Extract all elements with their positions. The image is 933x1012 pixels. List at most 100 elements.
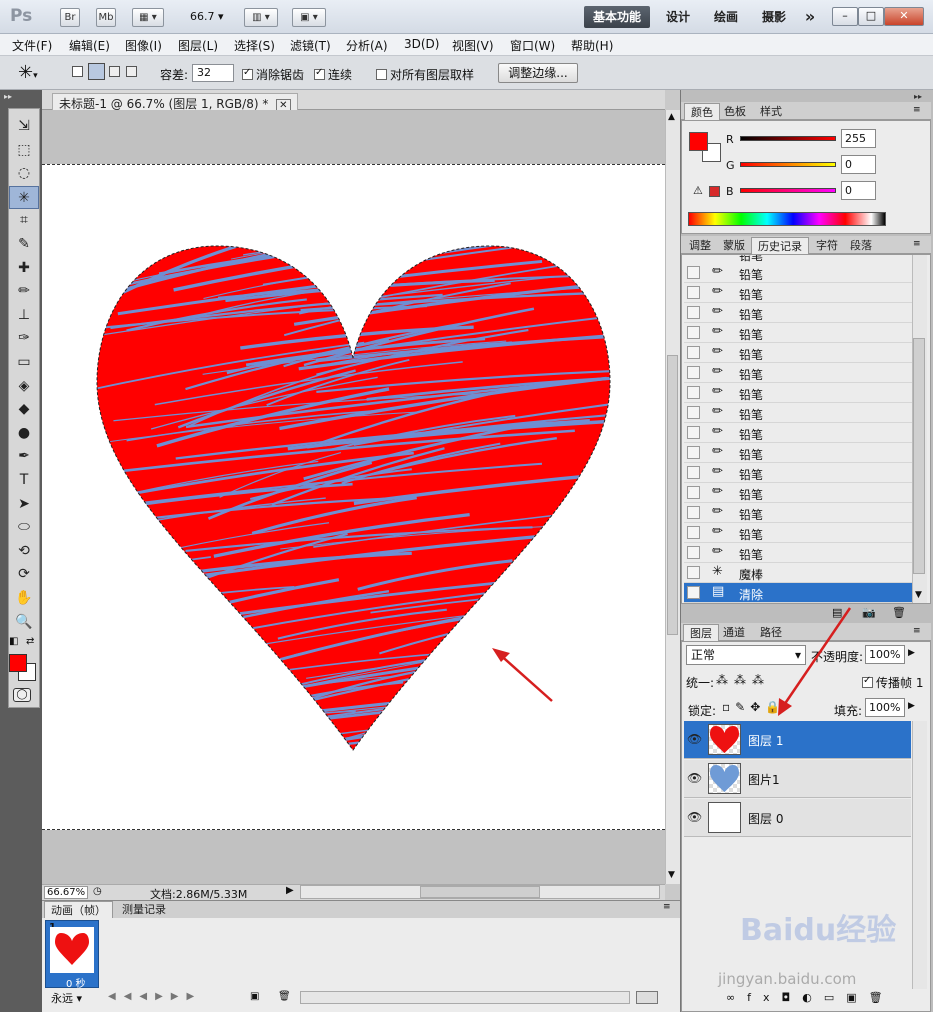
- tab-animation[interactable]: 动画（帧）: [44, 901, 113, 918]
- default-colors-icon[interactable]: ◧: [9, 636, 18, 647]
- scroll-up-icon[interactable]: ▲: [668, 112, 675, 122]
- history-state-row[interactable]: ✏ 铅笔: [684, 363, 912, 383]
- history-source-box[interactable]: [687, 546, 700, 559]
- history-scroll-down-icon[interactable]: ▼: [915, 590, 922, 600]
- history-state-row[interactable]: ✏ 铅笔: [684, 343, 912, 363]
- vertical-scroll-thumb[interactable]: [667, 355, 678, 635]
- channel-b-input[interactable]: 0: [841, 181, 876, 200]
- path-select-icon[interactable]: ➤: [9, 493, 39, 516]
- visibility-eye-icon[interactable]: 👁: [687, 771, 702, 785]
- tab-measurement-log[interactable]: 测量记录: [116, 901, 172, 918]
- history-source-box[interactable]: [687, 326, 700, 339]
- layers-footer-icons[interactable]: ∞fx◘◐▭▣🗑: [726, 991, 895, 1004]
- menu-analysis[interactable]: 分析(A): [346, 37, 388, 54]
- 3d-rotate-icon[interactable]: ⟲: [9, 540, 39, 563]
- tab-channels[interactable]: 通道: [717, 624, 751, 641]
- zoom-icon[interactable]: 🔍: [9, 611, 39, 634]
- marquee-icon[interactable]: ⬚: [9, 139, 39, 162]
- subtract-selection-icon[interactable]: [109, 66, 120, 77]
- heart-artwork[interactable]: [42, 164, 665, 830]
- mini-bridge-button[interactable]: Mb: [96, 8, 116, 27]
- history-source-box[interactable]: [687, 406, 700, 419]
- tab-layers[interactable]: 图层: [683, 624, 719, 641]
- tab-character[interactable]: 字符: [810, 237, 844, 254]
- workspace-photography[interactable]: 摄影: [752, 6, 796, 28]
- frame-delay[interactable]: 0 秒: [66, 975, 86, 990]
- menu-file[interactable]: 文件(F): [12, 37, 52, 54]
- zoom-combo[interactable]: 66.7 ▾: [190, 10, 224, 23]
- history-scroll-thumb[interactable]: [913, 338, 925, 574]
- workspace-essentials[interactable]: 基本功能: [584, 6, 650, 28]
- arrange-documents-button[interactable]: ▥ ▾: [244, 8, 278, 27]
- fill-slider-toggle-icon[interactable]: ▶: [908, 701, 915, 711]
- tab-paragraph[interactable]: 段落: [844, 237, 878, 254]
- history-brush-icon[interactable]: ✑: [9, 327, 39, 350]
- intersect-selection-icon[interactable]: [126, 66, 137, 77]
- duplicate-frame-icon[interactable]: ▣: [250, 991, 259, 1002]
- lasso-icon[interactable]: ◌: [9, 162, 39, 185]
- history-state-row[interactable]: ✏ 铅笔: [684, 423, 912, 443]
- history-state-row[interactable]: ✏ 铅笔: [684, 523, 912, 543]
- pen-icon[interactable]: ✒: [9, 445, 39, 468]
- history-state-row[interactable]: ✏ 铅笔: [684, 303, 912, 323]
- quick-mask-icon[interactable]: ◯: [13, 688, 31, 702]
- refine-edge-button[interactable]: 调整边缘...: [498, 63, 578, 83]
- propagate-frame-checkbox[interactable]: 传播帧 1: [862, 674, 923, 691]
- contiguous-checkbox[interactable]: 连续: [314, 66, 352, 83]
- opacity-slider-toggle-icon[interactable]: ▶: [908, 648, 915, 658]
- hand-icon[interactable]: ✋: [9, 587, 39, 610]
- swap-colors-icon[interactable]: ⇄: [26, 636, 34, 647]
- opacity-input[interactable]: 100%: [865, 645, 905, 664]
- maximize-button[interactable]: □: [858, 7, 884, 26]
- horizontal-scroll-thumb[interactable]: [420, 886, 540, 898]
- antialias-checkbox[interactable]: 消除锯齿: [242, 66, 304, 83]
- workspace-more[interactable]: »: [800, 6, 820, 28]
- 3d-orbit-icon[interactable]: ⟳: [9, 563, 39, 586]
- panel-menu-icon[interactable]: ≡: [663, 902, 671, 912]
- tab-masks[interactable]: 蒙版: [717, 237, 751, 254]
- history-state-row[interactable]: ✏ 铅笔: [684, 443, 912, 463]
- channel-g-input[interactable]: 0: [841, 155, 876, 174]
- minimize-button[interactable]: –: [832, 7, 858, 26]
- dock-collapse-icon[interactable]: ▸▸: [914, 92, 922, 101]
- animation-scrollbar[interactable]: [300, 991, 630, 1004]
- tab-styles[interactable]: 样式: [754, 103, 788, 120]
- history-source-box[interactable]: [687, 386, 700, 399]
- history-source-box[interactable]: [687, 566, 700, 579]
- new-selection-icon[interactable]: [72, 66, 83, 77]
- layers-panel-menu-icon[interactable]: ≡: [913, 626, 921, 636]
- tab-swatches[interactable]: 色板: [718, 103, 752, 120]
- tab-adjustments[interactable]: 调整: [683, 237, 717, 254]
- new-snapshot-icon[interactable]: 📷: [862, 606, 876, 619]
- visibility-eye-icon[interactable]: 👁: [687, 810, 702, 824]
- history-source-box[interactable]: [687, 426, 700, 439]
- color-fg-swatch[interactable]: [689, 132, 708, 151]
- menu-image[interactable]: 图像(I): [125, 37, 162, 54]
- status-info-icon[interactable]: ◷: [93, 886, 102, 897]
- fill-input[interactable]: 100%: [865, 698, 905, 717]
- status-menu-icon[interactable]: ▶: [286, 885, 294, 896]
- menu-view[interactable]: 视图(V): [452, 37, 494, 54]
- history-state-row[interactable]: ✏ 铅笔: [684, 543, 912, 563]
- delete-frame-icon[interactable]: 🗑: [278, 991, 291, 1002]
- playback-controls[interactable]: ◀◀◀▶▶▶: [108, 991, 202, 1002]
- menu-select[interactable]: 选择(S): [234, 37, 275, 54]
- tool-preset-picker[interactable]: ✳▾: [18, 62, 38, 83]
- history-state-row[interactable]: ✏ 铅笔: [684, 323, 912, 343]
- history-source-box[interactable]: [687, 486, 700, 499]
- workspace-design[interactable]: 设计: [658, 6, 698, 28]
- blur-icon[interactable]: ◆: [9, 398, 39, 421]
- close-button[interactable]: ✕: [884, 7, 924, 26]
- history-source-box[interactable]: [687, 526, 700, 539]
- move-icon[interactable]: ⇲: [9, 115, 39, 138]
- gamut-color-swatch[interactable]: [709, 186, 720, 197]
- bridge-button[interactable]: Br: [60, 8, 80, 27]
- sample-all-layers-checkbox[interactable]: 对所有图层取样: [376, 66, 474, 83]
- history-source-box[interactable]: [687, 306, 700, 319]
- history-state-row[interactable]: ✏ 铅笔: [684, 503, 912, 523]
- history-state-row[interactable]: ✏ 铅笔: [684, 483, 912, 503]
- convert-timeline-icon[interactable]: [636, 991, 658, 1004]
- healing-icon[interactable]: ✚: [9, 257, 39, 280]
- view-extras-button[interactable]: ▦ ▾: [132, 8, 164, 27]
- channel-r-slider[interactable]: [740, 136, 836, 141]
